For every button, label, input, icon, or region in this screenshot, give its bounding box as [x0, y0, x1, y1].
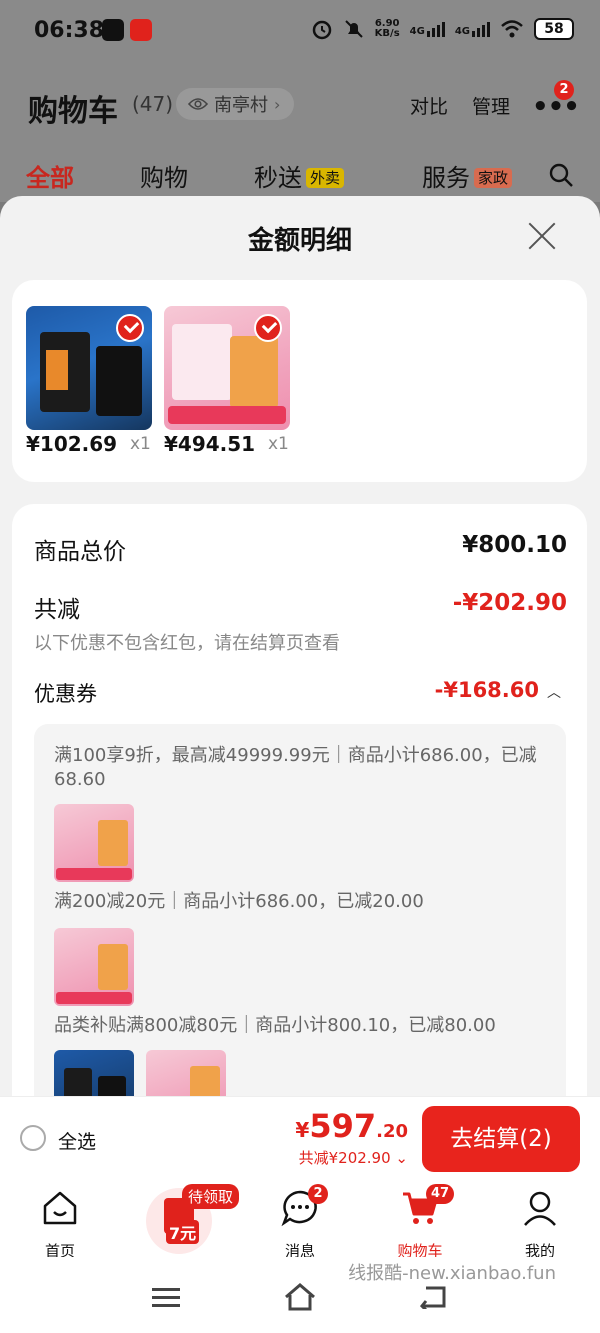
wifi-icon — [501, 20, 523, 38]
chevron-right-icon: › — [274, 94, 281, 114]
total-reduce-value: -¥202.90 — [452, 590, 567, 616]
compare-button[interactable]: 对比 — [410, 92, 448, 119]
menu-icon[interactable] — [152, 1287, 180, 1309]
goods-total-value: ¥800.10 — [462, 532, 567, 558]
products-card: ¥102.69 x1 ¥494.51 x1 — [12, 280, 587, 482]
coupon-label: 优惠券 — [34, 682, 97, 706]
user-icon — [524, 1191, 556, 1226]
tab-cart[interactable]: 购物车 47 — [380, 1184, 460, 1261]
home-nav-icon[interactable] — [284, 1283, 316, 1311]
select-all-radio[interactable] — [20, 1125, 46, 1151]
search-icon[interactable] — [548, 162, 574, 188]
coupon-product-thumb — [146, 1050, 226, 1096]
product-image — [26, 306, 152, 430]
tab-shopping[interactable]: 购物 — [140, 158, 188, 193]
alarm-icon — [312, 20, 331, 40]
price-decimal: .20 — [376, 1121, 408, 1142]
saving-text: 共减¥202.90 — [298, 1149, 391, 1167]
product-item[interactable]: ¥102.69 x1 — [26, 306, 156, 456]
cart-header: 购物车 (47) 南亭村 › 对比 管理 ••• 2 全部 购物 秒送 外卖 服务… — [0, 62, 600, 202]
signal-2: 4G — [454, 21, 490, 37]
back-icon[interactable] — [418, 1285, 448, 1309]
tab-all[interactable]: 全部 — [26, 158, 74, 193]
tab-express-label: 秒送 — [254, 164, 302, 192]
cart-tabs: 全部 购物 秒送 外卖 服务 家政 — [0, 158, 600, 198]
cart-title: 购物车 — [28, 94, 118, 129]
tab-messages[interactable]: 消息 2 — [260, 1184, 340, 1261]
promo-tag: 待领取 — [182, 1184, 240, 1209]
product-image — [164, 306, 290, 430]
tab-express-tag: 外卖 — [306, 168, 345, 188]
coupon-desc: 满100享9折，最高减49999.99元｜商品小计686.00，已减68.60 — [54, 745, 537, 790]
coupon-product-thumb — [54, 804, 134, 882]
coupon-list: 满100享9折，最高减49999.99元｜商品小计686.00，已减68.60 … — [34, 724, 566, 1096]
tab-service[interactable]: 服务 家政 — [422, 158, 513, 193]
home-icon — [43, 1191, 77, 1225]
checkout-bar: 全选 ¥597.20 共减¥202.90 ⌄ 去结算(2) — [0, 1096, 600, 1182]
eye-icon — [188, 98, 208, 110]
total-price: ¥597.20 — [295, 1107, 408, 1145]
amount-detail-sheet: 金额明细 ¥102.69 x1 ¥494.51 x1 商品总价 ¥800.10 … — [0, 196, 600, 1096]
battery-indicator: 58 — [534, 18, 574, 40]
jd-app-icon — [130, 19, 152, 41]
network-speed: 6.90 KB/s — [375, 19, 400, 39]
location-label: 南亭村 — [214, 95, 268, 116]
chevron-up-icon[interactable]: ︿ — [547, 682, 561, 702]
chevron-down-icon: ⌄ — [395, 1149, 408, 1167]
status-time: 06:38 — [34, 18, 105, 43]
qq-app-icon — [102, 19, 124, 41]
mute-icon — [344, 20, 363, 38]
messages-badge: 2 — [308, 1184, 328, 1204]
signal-1: 4G — [409, 21, 445, 37]
cart-badge: 47 — [426, 1184, 455, 1204]
cart-count: (47) — [132, 92, 174, 116]
selected-check-icon — [254, 314, 282, 342]
net-speed-unit: KB/s — [374, 28, 400, 39]
sheet-title: 金额明细 — [247, 226, 352, 256]
coupon-value[interactable]: -¥168.60 — [435, 678, 539, 702]
total-reduce-label: 共减 — [34, 597, 80, 623]
select-all-label[interactable]: 全选 — [58, 1127, 96, 1154]
selected-check-icon — [116, 314, 144, 342]
bottom-tab-bar: 首页 待领取 7元 消息 2 购物车 47 我的 — [0, 1182, 600, 1260]
total-saving[interactable]: 共减¥202.90 ⌄ — [299, 1147, 408, 1168]
close-icon[interactable] — [526, 220, 558, 252]
price-currency: ¥ — [295, 1118, 310, 1142]
checkout-button[interactable]: 去结算(2) — [422, 1106, 580, 1172]
coupon-product-thumb — [54, 1050, 134, 1096]
promo-amount: 7元 — [166, 1220, 200, 1244]
signal-1-label: 4G — [409, 25, 425, 37]
goods-total-label: 商品总价 — [34, 539, 126, 565]
tab-mine[interactable]: 我的 — [500, 1188, 580, 1261]
coupon-product-thumb — [54, 928, 134, 1006]
more-badge: 2 — [554, 80, 574, 100]
manage-button[interactable]: 管理 — [472, 92, 510, 119]
product-qty: x1 — [130, 434, 151, 454]
tab-service-label: 服务 — [422, 164, 470, 192]
tab-express[interactable]: 秒送 外卖 — [254, 158, 345, 193]
product-price: ¥494.51 — [164, 432, 256, 456]
status-bar: 06:38 6.90 KB/s 4G 4G 58 — [0, 0, 600, 62]
status-indicators: 6.90 KB/s 4G 4G 58 — [311, 18, 574, 40]
product-qty: x1 — [268, 434, 289, 454]
coupon-desc: 满200减20元｜商品小计686.00，已减20.00 — [54, 891, 424, 912]
system-nav-bar: 线报酷-new.xianbao.fun — [0, 1257, 600, 1333]
tab-home[interactable]: 首页 — [20, 1188, 100, 1261]
signal-2-label: 4G — [454, 25, 470, 37]
price-detail-card: 商品总价 ¥800.10 共减 -¥202.90 以下优惠不包含红包，请在结算页… — [12, 504, 587, 1096]
coupon-desc: 品类补贴满800减80元｜商品小计800.10，已减80.00 — [54, 1015, 496, 1036]
product-item[interactable]: ¥494.51 x1 — [164, 306, 294, 456]
product-price: ¥102.69 — [26, 432, 118, 456]
tab-service-tag: 家政 — [474, 168, 513, 188]
location-chip[interactable]: 南亭村 › — [176, 88, 295, 120]
price-integer: 597 — [309, 1107, 377, 1145]
reduce-note: 以下优惠不包含红包，请在结算页查看 — [34, 633, 340, 654]
watermark: 线报酷-new.xianbao.fun — [348, 1263, 556, 1284]
